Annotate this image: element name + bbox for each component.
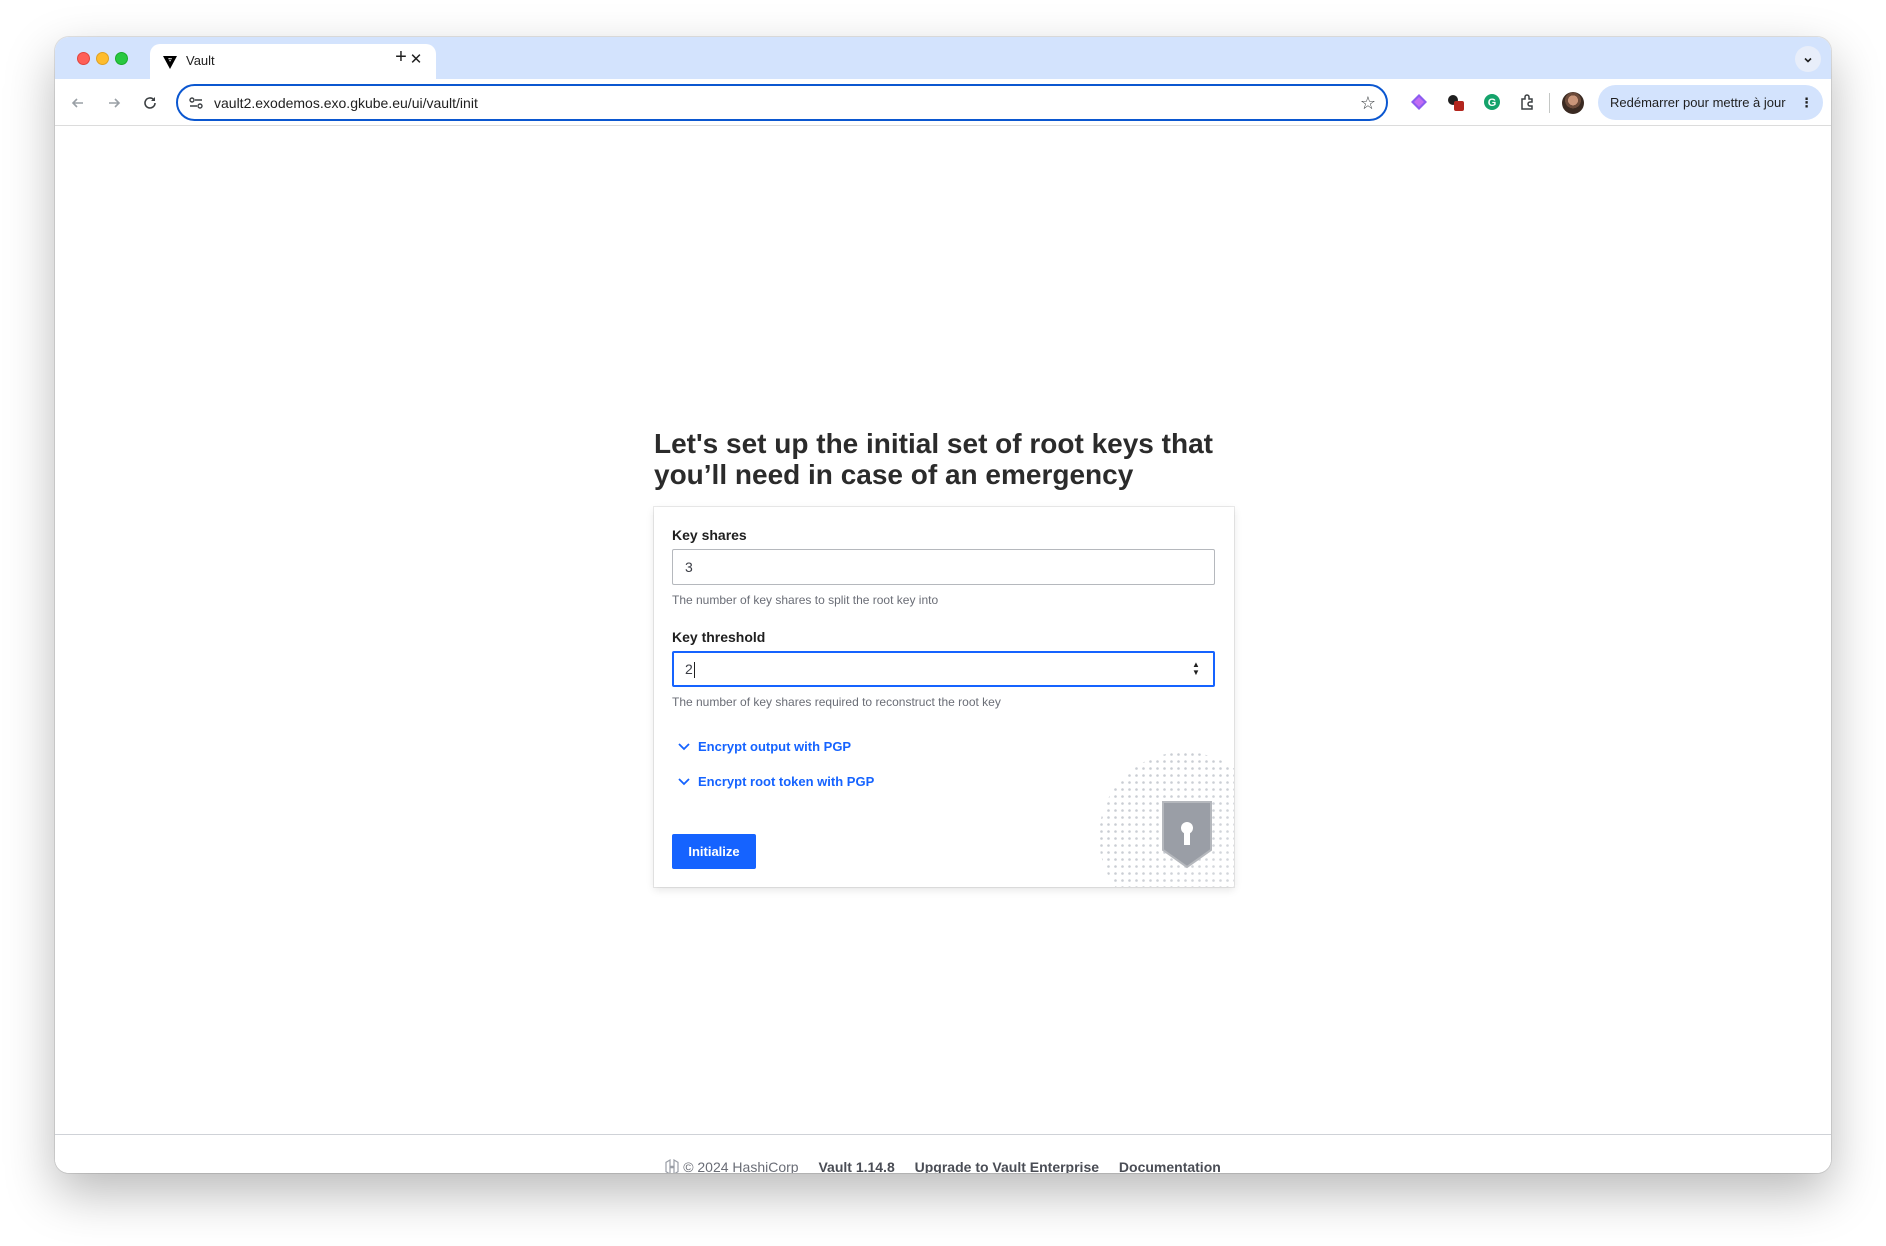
init-form-card: Key shares 3 The number of key shares to… [654,507,1234,887]
vault-logo-icon [163,56,177,69]
tab-title: Vault [186,53,215,68]
reload-icon [144,96,156,109]
arrow-right-icon [109,97,121,108]
encrypt-root-token-pgp-toggle[interactable]: Encrypt root token with PGP [678,774,874,789]
profile-avatar[interactable] [1562,92,1584,114]
shield-keyhole-illustration [1084,737,1234,887]
text-caret [693,662,695,679]
vault-init-page: Let's set up the initial set of root key… [55,126,1831,1173]
relaunch-update-button[interactable]: Redémarrer pour mettre à jour ⋮ [1598,85,1823,120]
footer-copyright: © 2024 HashiCorp [665,1159,802,1173]
hashicorp-logo-icon [665,1159,679,1173]
page-title-line-1: Let's set up the initial set of root key… [654,428,1213,459]
url-text: vault2.exodemos.exo.gkube.eu/ui/vault/in… [214,95,478,111]
chevron-down-icon [1804,57,1812,63]
more-menu-icon[interactable]: ⋮ [1800,85,1813,120]
key-threshold-help: The number of key shares required to rec… [672,695,1001,709]
upgrade-enterprise-link[interactable]: Upgrade to Vault Enterprise [915,1159,1099,1173]
tab-strip: Vault ✕ + [55,37,1831,79]
key-shares-help: The number of key shares to split the ro… [672,593,939,607]
toolbar-divider [1549,93,1550,113]
tab-search-button[interactable] [1795,46,1821,72]
footer-version: Vault 1.14.8 [818,1159,895,1173]
browser-toolbar: vault2.exodemos.exo.gkube.eu/ui/vault/in… [55,79,1831,126]
site-settings-icon[interactable] [187,94,205,112]
bookmark-star-icon[interactable]: ☆ [1360,92,1376,114]
relaunch-update-label: Redémarrer pour mettre à jour [1610,95,1786,110]
number-stepper-icon[interactable]: ▲ ▼ [1191,661,1201,677]
key-threshold-label: Key threshold [672,629,766,645]
chevron-down-icon [678,777,692,789]
key-shares-value: 3 [685,559,693,575]
forward-button[interactable] [101,89,127,115]
reload-button[interactable] [137,89,163,115]
initialize-button[interactable]: Initialize [672,834,756,869]
encrypt-output-pgp-toggle[interactable]: Encrypt output with PGP [678,739,851,754]
new-tab-button[interactable]: + [388,45,414,71]
grammarly-icon[interactable]: G [1482,92,1502,112]
documentation-link[interactable]: Documentation [1119,1159,1221,1173]
svg-text:G: G [1488,97,1497,109]
gemini-extension-icon[interactable] [1409,92,1429,112]
browser-window: Vault ✕ + vault2.exodemos.exo.gkube.eu/u… [55,37,1831,1173]
key-threshold-input[interactable]: 2 ▲ ▼ [672,651,1215,687]
arrow-left-icon [71,97,83,108]
chevron-down-icon [678,742,692,754]
page-title: Let's set up the initial set of root key… [654,428,1254,490]
back-button[interactable] [65,89,91,115]
page-footer: © 2024 HashiCorp Vault 1.14.8 Upgrade to… [55,1134,1831,1173]
close-window-button[interactable] [77,52,90,65]
extension-puzzle-badge-icon[interactable] [1445,92,1465,112]
key-threshold-value: 2 [685,661,693,677]
address-bar[interactable]: vault2.exodemos.exo.gkube.eu/ui/vault/in… [176,84,1388,121]
encrypt-output-pgp-label: Encrypt output with PGP [698,739,852,754]
footer-copyright-text: © 2024 HashiCorp [683,1159,799,1173]
minimize-window-button[interactable] [96,52,109,65]
maximize-window-button[interactable] [115,52,128,65]
footer-row: © 2024 HashiCorp Vault 1.14.8 Upgrade to… [55,1159,1831,1173]
key-shares-input[interactable]: 3 [672,549,1215,585]
key-shares-label: Key shares [672,527,747,543]
extensions-puzzle-icon[interactable] [1518,92,1538,112]
page-title-line-2: you’ll need in case of an emergency [654,459,1134,490]
encrypt-root-token-pgp-label: Encrypt root token with PGP [698,774,875,789]
